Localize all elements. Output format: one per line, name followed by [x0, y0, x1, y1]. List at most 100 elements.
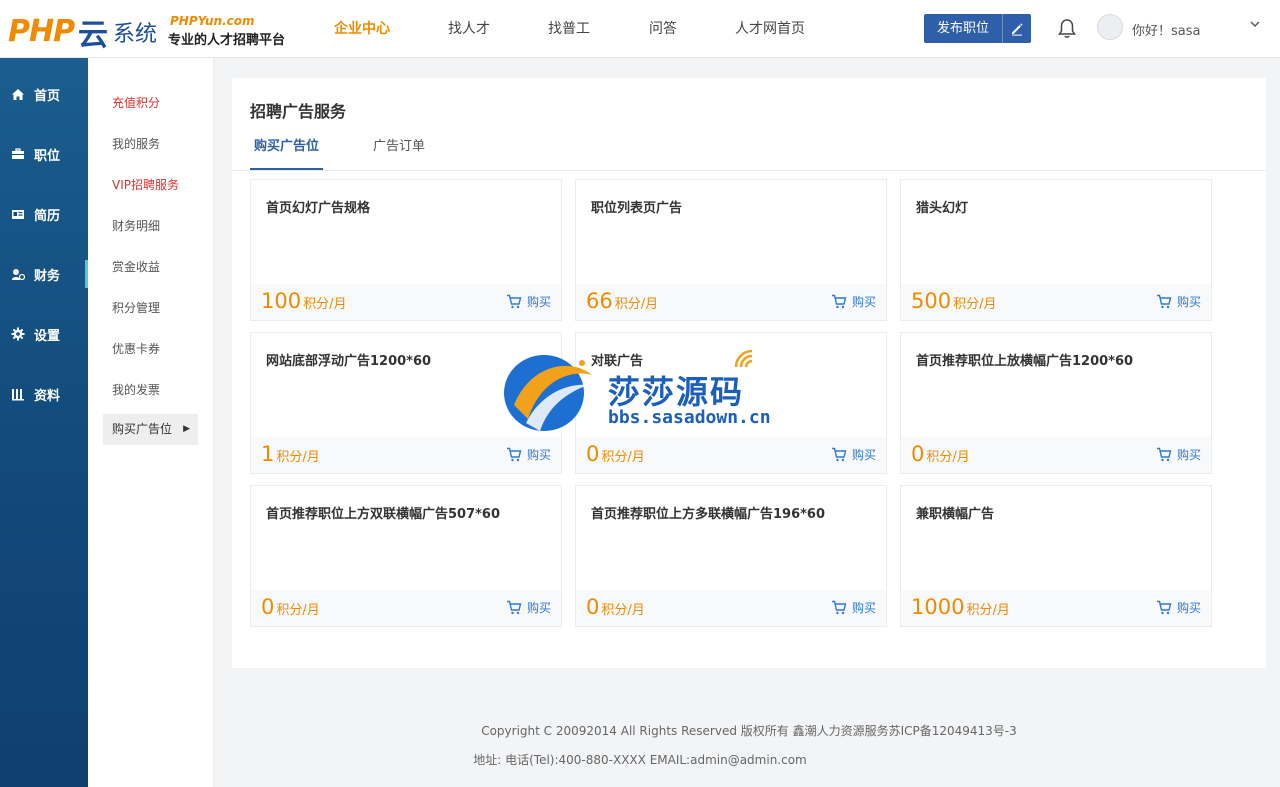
- site-logo[interactable]: PHP 云 系统 PHPYun.com 专业的人才招聘平台: [8, 8, 290, 53]
- ad-card-price: 500 积分/月: [911, 289, 996, 313]
- nav-talent-home[interactable]: 人才网首页: [714, 0, 826, 58]
- main-panel: 招聘广告服务 购买广告位 广告订单 首页幻灯广告规格 100 积分/月 购买 职位列表页…: [232, 78, 1266, 668]
- ad-card-price-unit: 积分/月: [276, 450, 320, 465]
- sub-item-recharge[interactable]: 充值积分: [112, 94, 160, 111]
- ad-card-price-value: 1000: [911, 595, 965, 619]
- ad-card: 职位列表页广告 66 积分/月 购买: [575, 179, 887, 321]
- finance-icon: [10, 266, 26, 282]
- buy-label: 购买: [526, 601, 551, 615]
- ad-card-price-value: 100: [261, 289, 302, 313]
- ad-card: 猎头幻灯 500 积分/月 购买: [900, 179, 1212, 321]
- briefcase-icon: [10, 146, 26, 162]
- ad-card-price: 1000 积分/月: [911, 595, 1010, 619]
- sub-item-finance-detail[interactable]: 财务明细: [112, 217, 160, 234]
- ad-card-footer: 0 积分/月 购买: [576, 590, 886, 626]
- id-card-icon: [10, 206, 26, 222]
- ad-card-price: 66 积分/月: [586, 289, 658, 313]
- bell-icon[interactable]: [1057, 18, 1077, 40]
- logo-yun: 云: [78, 18, 108, 53]
- buy-button[interactable]: 购买: [831, 293, 876, 310]
- pencil-icon: [1002, 14, 1031, 43]
- ad-card-price: 0 积分/月: [586, 595, 645, 619]
- ad-card-price-value: 0: [586, 595, 600, 619]
- sidebar-item-resume[interactable]: 简历: [0, 194, 88, 234]
- ad-card: 兼职横幅广告 1000 积分/月 购买: [900, 485, 1212, 627]
- sub-item-vip[interactable]: VIP招聘服务: [112, 176, 179, 193]
- ad-card: 网站底部浮动广告1200*60 1 积分/月 购买: [250, 332, 562, 474]
- buy-label: 购买: [851, 601, 876, 615]
- ad-card-title: 首页幻灯广告规格: [266, 201, 371, 216]
- cart-icon: [506, 447, 522, 462]
- user-greeting[interactable]: 你好！sasa: [1132, 20, 1200, 39]
- post-job-label: 发布职位: [936, 21, 989, 36]
- sidebar-item-profile[interactable]: 资料: [0, 374, 88, 414]
- ad-card-price-value: 66: [586, 289, 613, 313]
- tab-bar: 购买广告位 广告订单: [250, 136, 475, 172]
- buy-label: 购买: [526, 295, 551, 309]
- sub-item-invoices[interactable]: 我的发票: [112, 381, 160, 398]
- nav-find-talent[interactable]: 找人才: [412, 0, 526, 58]
- ad-card-footer: 0 积分/月 购买: [901, 437, 1211, 473]
- cart-icon: [831, 294, 847, 309]
- ad-card-price-unit: 积分/月: [601, 450, 645, 465]
- ad-card-price: 0 积分/月: [586, 442, 645, 466]
- sidebar-item-settings[interactable]: 设置: [0, 314, 88, 354]
- ad-card-footer: 66 积分/月 购买: [576, 284, 886, 320]
- buy-button[interactable]: 购买: [1156, 599, 1201, 616]
- sidebar-item-label: 首页: [34, 88, 61, 104]
- buy-button[interactable]: 购买: [1156, 293, 1201, 310]
- ad-card-price-unit: 积分/月: [601, 603, 645, 618]
- footer-contact: 地址: 电话(Tel):400-880-XXXX EMAIL:admin@adm…: [473, 753, 807, 767]
- ad-card-price-value: 0: [261, 595, 275, 619]
- buy-label: 购买: [1176, 448, 1201, 462]
- buy-label: 购买: [1176, 295, 1201, 309]
- ad-card-price-unit: 积分/月: [276, 603, 320, 618]
- sub-item-points[interactable]: 积分管理: [112, 299, 160, 316]
- sub-item-bounty[interactable]: 赏金收益: [112, 258, 160, 275]
- buy-button[interactable]: 购买: [506, 599, 551, 616]
- page-title: 招聘广告服务: [250, 102, 347, 121]
- logo-php: PHP: [8, 14, 75, 49]
- ad-card: 首页推荐职位上方双联横幅广告507*60 0 积分/月 购买: [250, 485, 562, 627]
- ad-card-title: 兼职横幅广告: [916, 507, 995, 522]
- ad-card-price-value: 1: [261, 442, 275, 466]
- sidebar-item-jobs[interactable]: 职位: [0, 134, 88, 174]
- buy-button[interactable]: 购买: [1156, 446, 1201, 463]
- ad-card-footer: 1 积分/月 购买: [251, 437, 561, 473]
- buy-button[interactable]: 购买: [506, 293, 551, 310]
- ad-card-footer: 1000 积分/月 购买: [901, 590, 1211, 626]
- tab-ad-orders[interactable]: 广告订单: [369, 136, 429, 170]
- sidebar-item-label: 职位: [34, 148, 61, 164]
- ad-card-price-value: 0: [911, 442, 925, 466]
- chevron-down-icon[interactable]: [1249, 18, 1261, 33]
- avatar[interactable]: [1097, 14, 1123, 40]
- sidebar-item-finance[interactable]: 财务: [0, 254, 88, 294]
- buy-button[interactable]: 购买: [831, 599, 876, 616]
- top-nav: 企业中心 找人才 找普工 问答 人才网首页: [312, 0, 826, 58]
- buy-button[interactable]: 购买: [506, 446, 551, 463]
- sidebar-item-label: 财务: [34, 268, 61, 284]
- sidebar-item-label: 简历: [34, 208, 61, 224]
- cart-icon: [831, 600, 847, 615]
- gear-icon: [10, 326, 26, 342]
- post-job-button[interactable]: 发布职位: [924, 14, 1031, 43]
- ad-card-title: 首页推荐职位上放横幅广告1200*60: [916, 354, 1134, 369]
- nav-qa[interactable]: 问答: [612, 0, 714, 58]
- sidebar-item-home[interactable]: 首页: [0, 74, 88, 114]
- buy-label: 购买: [851, 448, 876, 462]
- tab-buy-ads[interactable]: 购买广告位: [250, 136, 324, 170]
- sub-item-buy-ads[interactable]: 购买广告位 ▶: [103, 414, 198, 445]
- sub-item-coupons[interactable]: 优惠卡券: [112, 340, 160, 357]
- ad-card: 首页推荐职位上放横幅广告1200*60 0 积分/月 购买: [900, 332, 1212, 474]
- nav-find-worker[interactable]: 找普工: [526, 0, 612, 58]
- ad-card-footer: 500 积分/月 购买: [901, 284, 1211, 320]
- sub-item-my-services[interactable]: 我的服务: [112, 135, 160, 152]
- nav-enterprise-center[interactable]: 企业中心: [312, 0, 412, 58]
- ad-card-title: 首页推荐职位上方多联横幅广告196*60: [591, 507, 826, 522]
- ad-card-price-unit: 积分/月: [966, 603, 1010, 618]
- ad-card-footer: 100 积分/月 购买: [251, 284, 561, 320]
- cart-icon: [506, 294, 522, 309]
- buy-label: 购买: [851, 295, 876, 309]
- home-icon: [10, 86, 26, 102]
- buy-button[interactable]: 购买: [831, 446, 876, 463]
